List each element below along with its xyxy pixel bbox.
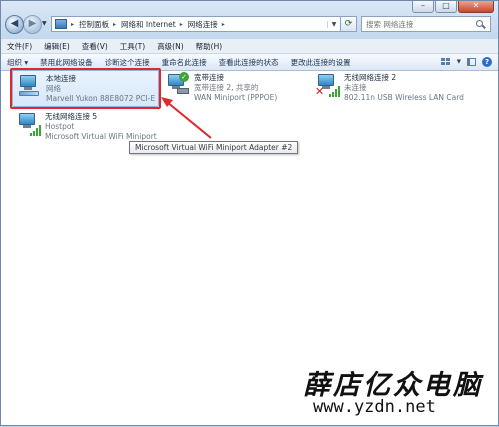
wireless-adapter-icon xyxy=(16,111,42,137)
broadband-adapter-icon: ✓ xyxy=(165,72,191,98)
menu-advanced[interactable]: 高级(N) xyxy=(151,41,189,52)
chevron-right-icon[interactable]: ▸ xyxy=(113,21,116,28)
menu-file[interactable]: 文件(F) xyxy=(1,41,38,52)
window-controls: – □ ✕ xyxy=(412,1,494,14)
chevron-right-icon[interactable]: ▸ xyxy=(180,21,183,28)
view-status-button[interactable]: 查看此连接的状态 xyxy=(213,57,285,68)
disconnected-x-icon: ✕ xyxy=(315,85,325,98)
disable-device-button[interactable]: 禁用此网络设备 xyxy=(34,57,99,68)
search-input[interactable] xyxy=(362,18,474,30)
address-bar[interactable]: ▸ 控制面板 ▸ 网络和 Internet ▸ 网络连接 ▸ ▼ xyxy=(51,16,341,32)
wireless-adapter-icon: ✕ xyxy=(315,72,341,98)
network-connections-window: – □ ✕ ◀ ▶ ▼ ▸ 控制面板 ▸ 网络和 Internet ▸ 网络连接… xyxy=(0,0,499,426)
menu-tools[interactable]: 工具(T) xyxy=(114,41,151,52)
breadcrumb-control-panel[interactable]: 控制面板 xyxy=(79,19,109,30)
refresh-button[interactable]: ⟳ xyxy=(341,16,357,32)
minimize-button[interactable]: – xyxy=(412,1,434,13)
title-bar: – □ ✕ ◀ ▶ ▼ ▸ 控制面板 ▸ 网络和 Internet ▸ 网络连接… xyxy=(1,1,498,39)
maximize-button[interactable]: □ xyxy=(435,1,457,13)
change-settings-button[interactable]: 更改此连接的设置 xyxy=(285,57,357,68)
connection-item-broadband[interactable]: ✓ 宽带连接 宽带连接 2, 共享的 WAN Miniport (PPPOE) xyxy=(161,70,301,107)
address-dropdown-icon[interactable]: ▼ xyxy=(327,20,340,28)
help-icon[interactable]: ? xyxy=(482,57,492,67)
selection-highlight-box xyxy=(10,68,161,109)
history-dropdown-icon[interactable]: ▼ xyxy=(42,20,47,27)
chevron-right-icon[interactable]: ▸ xyxy=(222,21,225,28)
chevron-down-icon[interactable]: ▼ xyxy=(457,59,461,65)
search-icon[interactable] xyxy=(476,19,485,29)
connection-device: 802.11n USB Wireless LAN Card xyxy=(344,93,464,102)
menu-help[interactable]: 帮助(H) xyxy=(190,41,229,52)
chevron-right-icon[interactable]: ▸ xyxy=(71,21,74,28)
menu-view[interactable]: 查看(V) xyxy=(76,41,114,52)
connection-device: WAN Miniport (PPPOE) xyxy=(194,93,278,102)
connected-check-icon: ✓ xyxy=(179,72,189,82)
menu-bar: 文件(F) 编辑(E) 查看(V) 工具(T) 高级(N) 帮助(H) xyxy=(1,39,498,54)
connection-status: 未连接 xyxy=(344,83,367,92)
diagnose-connection-button[interactable]: 诊断这个连接 xyxy=(99,57,156,68)
breadcrumb-network-internet[interactable]: 网络和 Internet xyxy=(121,19,176,30)
control-panel-icon xyxy=(55,19,67,29)
search-box[interactable] xyxy=(361,16,491,32)
connection-status: Hostpot xyxy=(45,122,75,131)
connection-name: 宽带连接 xyxy=(194,73,224,82)
close-button[interactable]: ✕ xyxy=(458,1,494,13)
device-tooltip: Microsoft Virtual WiFi Miniport Adapter … xyxy=(129,141,299,154)
watermark-url: www.yzdn.net xyxy=(313,397,436,417)
view-options-icon[interactable] xyxy=(440,58,451,66)
rename-connection-button[interactable]: 重命名此连接 xyxy=(156,57,213,68)
connection-item-wireless-2[interactable]: ✕ 无线网络连接 2 未连接 802.11n USB Wireless LAN … xyxy=(311,70,491,107)
organize-button[interactable]: 组织 ▾ xyxy=(1,57,34,68)
breadcrumb-network-connections[interactable]: 网络连接 xyxy=(188,19,218,30)
command-bar-right: ▼ ? xyxy=(440,57,498,67)
preview-pane-icon[interactable] xyxy=(467,58,476,66)
connection-name: 无线网络连接 2 xyxy=(344,73,397,82)
forward-button[interactable]: ▶ xyxy=(23,15,42,34)
connection-name: 无线网络连接 5 xyxy=(45,112,98,121)
connection-status: 宽带连接 2, 共享的 xyxy=(194,83,259,92)
menu-edit[interactable]: 编辑(E) xyxy=(38,41,76,52)
back-button[interactable]: ◀ xyxy=(5,15,24,34)
